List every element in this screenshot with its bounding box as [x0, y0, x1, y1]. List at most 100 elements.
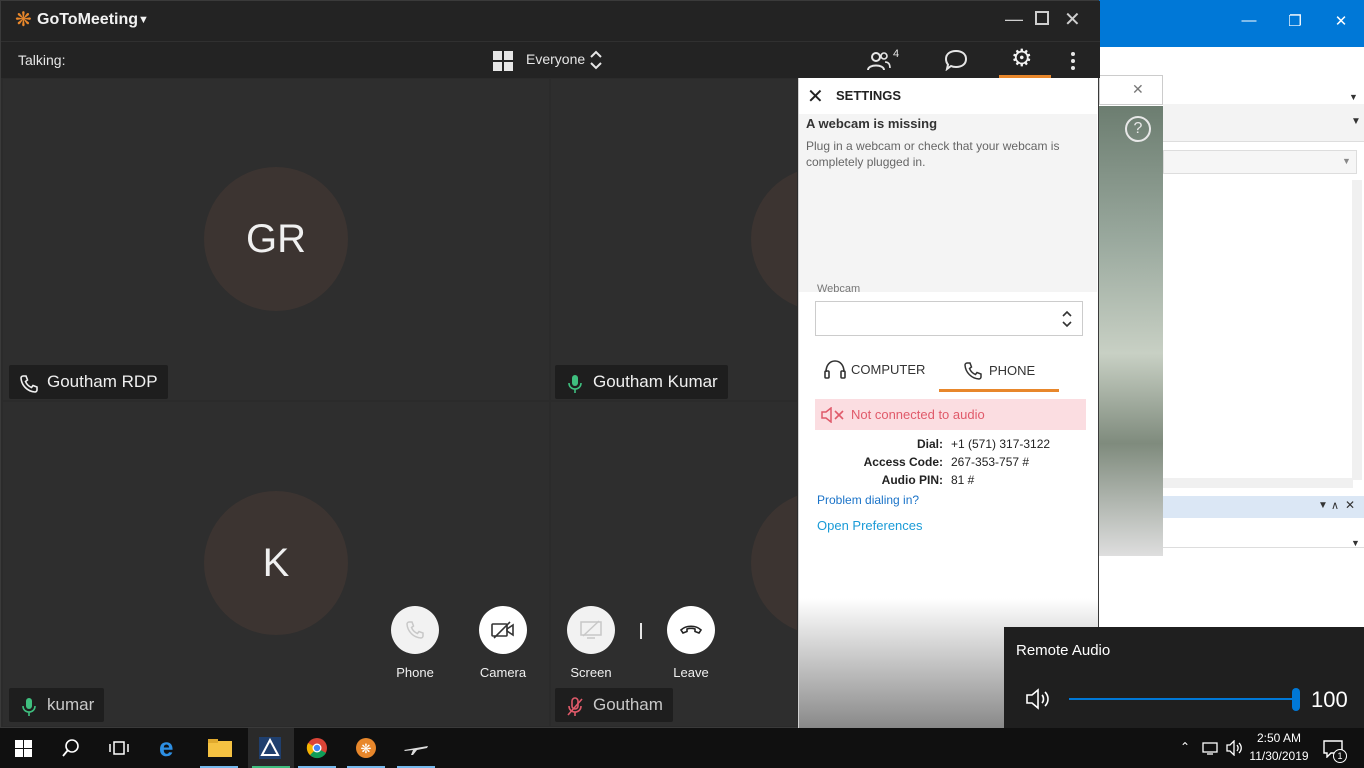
pane-dropdown-icon[interactable]: ▼ — [1318, 500, 1328, 511]
hang-up-icon — [679, 625, 703, 634]
vertical-scrollbar[interactable] — [1352, 180, 1362, 480]
notification-badge: 1 — [1333, 749, 1347, 763]
minimize-icon[interactable]: — — [1239, 12, 1259, 29]
taskbar-gotomeeting[interactable]: ❋ — [343, 728, 389, 768]
more-options-icon[interactable] — [1070, 50, 1076, 72]
gotomeeting-logo-icon: ❋ — [15, 9, 32, 31]
internet-explorer-icon: e — [159, 732, 174, 762]
avatar — [751, 167, 797, 311]
taskbar-remote-desktop[interactable] — [248, 728, 294, 768]
tooltip-close-icon[interactable]: ✕ — [1132, 81, 1144, 98]
start-button[interactable] — [0, 728, 46, 768]
avatar: GR — [204, 167, 348, 311]
webcam-select[interactable] — [815, 301, 1083, 336]
remote-audio-title: Remote Audio — [1016, 642, 1111, 659]
up-down-chevron-icon — [1062, 310, 1072, 328]
participant-name-tag: Goutham RDP — [9, 365, 168, 399]
taskbar-internet-explorer[interactable]: e — [148, 728, 194, 768]
dial-value: +1 (571) 317-3122 — [951, 437, 1051, 451]
webcam-preview: A webcam is missing Plug in a webcam or … — [799, 114, 1097, 292]
help-icon[interactable]: ? — [1125, 116, 1151, 142]
phone-button[interactable] — [391, 606, 439, 654]
combobox-arrow-icon: ▼ — [1342, 156, 1351, 166]
screen-share-button[interactable] — [567, 606, 615, 654]
webcam-missing-heading: A webcam is missing — [806, 116, 938, 131]
minimize-icon[interactable]: — — [1005, 9, 1023, 30]
audio-status-text: Not connected to audio — [851, 407, 985, 422]
pane-toolbar — [1163, 520, 1364, 548]
volume-slider-track[interactable] — [1069, 698, 1297, 700]
task-view-button[interactable] — [96, 728, 142, 768]
tab-computer[interactable]: COMPUTER — [815, 353, 935, 389]
participant-tile: Goutham Kumar — [551, 79, 797, 400]
volume-icon[interactable] — [1226, 740, 1244, 756]
gear-icon: ⚙ — [1011, 45, 1033, 72]
restore-icon[interactable]: ❐ — [1285, 12, 1305, 30]
screen-share-button-label: Screen — [570, 665, 612, 680]
panel-menu-icon[interactable]: ▼ — [1351, 116, 1361, 127]
problem-dialing-link[interactable]: Problem dialing in? — [817, 493, 919, 507]
svg-text:❋: ❋ — [361, 742, 372, 757]
access-code-value: 267-353-757 # — [951, 455, 1030, 469]
phone-icon — [19, 372, 39, 393]
participants-icon[interactable] — [867, 50, 891, 72]
volume-slider-thumb[interactable] — [1292, 688, 1300, 711]
speaker-muted-icon — [821, 407, 844, 423]
participant-count: 4 — [893, 48, 900, 60]
settings-title: SETTINGS — [836, 88, 902, 103]
chat-icon[interactable] — [944, 49, 968, 72]
volume-value: 100 — [1311, 687, 1348, 712]
phone-icon — [406, 621, 424, 639]
search-button[interactable] — [48, 728, 94, 768]
tab-phone[interactable]: PHONE — [939, 353, 1059, 393]
phone-icon — [964, 362, 982, 380]
microphone-icon — [565, 372, 585, 393]
leave-button-label: Leave — [673, 665, 709, 680]
remote-audio-flyout: Remote Audio 100 — [1004, 627, 1364, 728]
headset-icon — [824, 360, 846, 379]
leave-button[interactable] — [667, 606, 715, 654]
dial-label: Dial: — [916, 437, 943, 451]
pane-toolbar-arrow-icon[interactable]: ▼ — [1351, 538, 1360, 548]
brand-menu-chevron-down-icon[interactable]: ▼ — [138, 14, 149, 26]
microphone-muted-icon — [565, 695, 585, 716]
close-icon[interactable]: ✕ — [1331, 12, 1351, 30]
horizontal-scrollbar[interactable] — [1163, 478, 1353, 488]
camera-button-label: Camera — [479, 665, 527, 680]
layout-selector[interactable]: Everyone — [526, 51, 585, 67]
camera-button[interactable] — [479, 606, 527, 654]
maximize-icon[interactable] — [1035, 11, 1049, 25]
participant-name: Goutham — [593, 695, 663, 714]
audio-pin-value: 81 # — [951, 473, 975, 487]
pin-icon[interactable]: ∧ — [1331, 499, 1339, 512]
taskbar-file-explorer[interactable] — [196, 728, 242, 768]
settings-tab[interactable]: ⚙ — [999, 42, 1051, 79]
tab-phone-indicator — [939, 389, 1059, 392]
talking-label: Talking: — [18, 52, 66, 68]
webcam-missing-message: Plug in a webcam or check that your webc… — [806, 139, 1060, 169]
chrome-icon — [306, 738, 327, 759]
close-settings-icon[interactable]: ✕ — [807, 84, 824, 109]
dropdown-arrow-icon[interactable]: ▼ — [1349, 92, 1358, 102]
webcam-label: Webcam — [817, 283, 861, 295]
task-view-icon — [109, 741, 129, 755]
speaker-icon[interactable] — [1026, 688, 1052, 710]
access-code-label: Access Code: — [863, 455, 943, 469]
network-icon[interactable] — [1202, 741, 1220, 755]
close-icon[interactable]: ✕ — [1064, 7, 1081, 32]
panel-combobox[interactable] — [1163, 150, 1357, 174]
grid-layout-icon[interactable] — [493, 51, 513, 71]
clock-time[interactable]: 2:50 AM — [1250, 731, 1308, 745]
taskbar-chrome[interactable] — [294, 728, 340, 768]
background-image — [1099, 106, 1163, 556]
open-preferences-link[interactable]: Open Preferences — [817, 518, 923, 533]
clock-date[interactable]: 11/30/2019 — [1248, 749, 1310, 763]
chevron-up-icon[interactable]: ⌃ — [1180, 740, 1190, 754]
gotomeeting-window: ❋ GoToMeeting ▼ — ✕ Talking: Everyone 4 … — [0, 0, 1100, 728]
app-brand: GoToMeeting — [37, 11, 139, 28]
participant-name: kumar — [47, 695, 95, 714]
microphone-icon — [19, 695, 39, 716]
pane-close-icon[interactable]: ✕ — [1345, 498, 1355, 512]
up-down-chevron-icon[interactable] — [589, 50, 603, 70]
taskbar-app[interactable] — [393, 728, 439, 768]
